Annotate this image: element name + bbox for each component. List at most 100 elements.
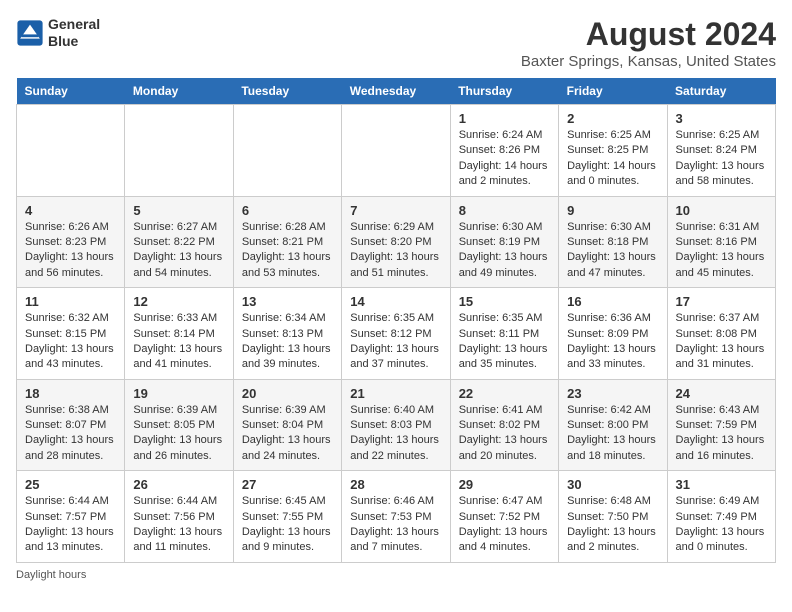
day-cell-29: 29 Sunrise: 6:47 AM Sunset: 7:52 PM Dayli… bbox=[450, 471, 558, 563]
day-number: 2 bbox=[567, 111, 658, 126]
day-info: Sunrise: 6:26 AM Sunset: 8:23 PM Dayligh… bbox=[25, 220, 116, 282]
day-cell-20: 20Sunrise: 6:39 AM Sunset: 8:04 PM Dayli… bbox=[233, 379, 341, 471]
day-cell-23: 23 Sunrise: 6:42 AM Sunset: 8:00 PM Dayli… bbox=[559, 379, 667, 471]
empty-cell bbox=[125, 105, 233, 197]
calendar-header: SundayMondayTuesdayWednesdayThursdayFrid… bbox=[17, 78, 776, 105]
day-number: 9 bbox=[567, 203, 658, 218]
day-info: Sunrise: 6:27 AM Sunset: 8:22 PM Dayligh… bbox=[133, 220, 224, 282]
day-cell-19: 19 Sunrise: 6:39 AM Sunset: 8:05 PM Dayli… bbox=[125, 379, 233, 471]
footer-text: Daylight hours bbox=[16, 569, 86, 581]
day-info: Sunrise: 6:33 AM Sunset: 8:14 PM Dayligh… bbox=[133, 311, 224, 373]
day-info: Sunrise: 6:35 AM Sunset: 8:12 PM Dayligh… bbox=[350, 311, 441, 373]
day-info: Sunrise: 6:48 AM Sunset: 7:50 PM Dayligh… bbox=[567, 494, 658, 556]
day-cell-14: 14Sunrise: 6:35 AM Sunset: 8:12 PM Dayli… bbox=[342, 288, 450, 380]
week-row-1: 1 Sunrise: 6:24 AM Sunset: 8:26 PM Daylig… bbox=[17, 105, 776, 197]
day-info: Sunrise: 6:25 AM Sunset: 8:24 PM Dayligh… bbox=[676, 128, 767, 190]
weekday-header-friday: Friday bbox=[559, 78, 667, 105]
day-number: 26 bbox=[133, 477, 224, 492]
week-row-2: 4Sunrise: 6:26 AM Sunset: 8:23 PM Daylig… bbox=[17, 196, 776, 288]
day-info: Sunrise: 6:31 AM Sunset: 8:16 PM Dayligh… bbox=[676, 220, 767, 282]
day-number: 15 bbox=[459, 294, 550, 309]
day-number: 27 bbox=[242, 477, 333, 492]
day-number: 8 bbox=[459, 203, 550, 218]
day-info: Sunrise: 6:28 AM Sunset: 8:21 PM Dayligh… bbox=[242, 220, 333, 282]
day-cell-26: 26Sunrise: 6:44 AM Sunset: 7:56 PM Dayli… bbox=[125, 471, 233, 563]
day-info: Sunrise: 6:34 AM Sunset: 8:13 PM Dayligh… bbox=[242, 311, 333, 373]
page-header: General Blue August 2024 Baxter Springs,… bbox=[16, 16, 776, 70]
day-number: 30 bbox=[567, 477, 658, 492]
weekday-row: SundayMondayTuesdayWednesdayThursdayFrid… bbox=[17, 78, 776, 105]
calendar-table: SundayMondayTuesdayWednesdayThursdayFrid… bbox=[16, 78, 776, 563]
day-info: Sunrise: 6:38 AM Sunset: 8:07 PM Dayligh… bbox=[25, 403, 116, 465]
day-number: 11 bbox=[25, 294, 116, 309]
main-title: August 2024 bbox=[521, 16, 776, 53]
day-info: Sunrise: 6:44 AM Sunset: 7:57 PM Dayligh… bbox=[25, 494, 116, 556]
day-cell-21: 21 Sunrise: 6:40 AM Sunset: 8:03 PM Dayli… bbox=[342, 379, 450, 471]
day-cell-8: 8 Sunrise: 6:30 AM Sunset: 8:19 PM Daylig… bbox=[450, 196, 558, 288]
day-cell-27: 27 Sunrise: 6:45 AM Sunset: 7:55 PM Dayli… bbox=[233, 471, 341, 563]
day-cell-30: 30 Sunrise: 6:48 AM Sunset: 7:50 PM Dayli… bbox=[559, 471, 667, 563]
day-info: Sunrise: 6:40 AM Sunset: 8:03 PM Dayligh… bbox=[350, 403, 441, 465]
day-number: 19 bbox=[133, 386, 224, 401]
day-cell-31: 31 Sunrise: 6:49 AM Sunset: 7:49 PM Dayli… bbox=[667, 471, 775, 563]
day-info: Sunrise: 6:47 AM Sunset: 7:52 PM Dayligh… bbox=[459, 494, 550, 556]
weekday-header-tuesday: Tuesday bbox=[233, 78, 341, 105]
day-cell-9: 9Sunrise: 6:30 AM Sunset: 8:18 PM Daylig… bbox=[559, 196, 667, 288]
day-info: Sunrise: 6:42 AM Sunset: 8:00 PM Dayligh… bbox=[567, 403, 658, 465]
day-info: Sunrise: 6:25 AM Sunset: 8:25 PM Dayligh… bbox=[567, 128, 658, 190]
day-cell-25: 25 Sunrise: 6:44 AM Sunset: 7:57 PM Dayli… bbox=[17, 471, 125, 563]
day-number: 28 bbox=[350, 477, 441, 492]
day-number: 13 bbox=[242, 294, 333, 309]
day-cell-10: 10Sunrise: 6:31 AM Sunset: 8:16 PM Dayli… bbox=[667, 196, 775, 288]
day-number: 18 bbox=[25, 386, 116, 401]
logo-text: General Blue bbox=[48, 16, 100, 50]
day-info: Sunrise: 6:35 AM Sunset: 8:11 PM Dayligh… bbox=[459, 311, 550, 373]
subtitle: Baxter Springs, Kansas, United States bbox=[521, 53, 776, 70]
footer: Daylight hours bbox=[16, 569, 776, 581]
day-cell-6: 6Sunrise: 6:28 AM Sunset: 8:21 PM Daylig… bbox=[233, 196, 341, 288]
day-cell-11: 11Sunrise: 6:32 AM Sunset: 8:15 PM Dayli… bbox=[17, 288, 125, 380]
day-info: Sunrise: 6:45 AM Sunset: 7:55 PM Dayligh… bbox=[242, 494, 333, 556]
week-row-4: 18 Sunrise: 6:38 AM Sunset: 8:07 PM Dayli… bbox=[17, 379, 776, 471]
day-info: Sunrise: 6:41 AM Sunset: 8:02 PM Dayligh… bbox=[459, 403, 550, 465]
logo-icon bbox=[16, 19, 44, 47]
day-number: 29 bbox=[459, 477, 550, 492]
day-info: Sunrise: 6:24 AM Sunset: 8:26 PM Dayligh… bbox=[459, 128, 550, 190]
weekday-header-monday: Monday bbox=[125, 78, 233, 105]
day-info: Sunrise: 6:39 AM Sunset: 8:05 PM Dayligh… bbox=[133, 403, 224, 465]
empty-cell bbox=[233, 105, 341, 197]
logo: General Blue bbox=[16, 16, 100, 50]
day-number: 1 bbox=[459, 111, 550, 126]
day-cell-1: 1 Sunrise: 6:24 AM Sunset: 8:26 PM Daylig… bbox=[450, 105, 558, 197]
week-row-5: 25 Sunrise: 6:44 AM Sunset: 7:57 PM Dayli… bbox=[17, 471, 776, 563]
day-info: Sunrise: 6:39 AM Sunset: 8:04 PM Dayligh… bbox=[242, 403, 333, 465]
day-cell-24: 24Sunrise: 6:43 AM Sunset: 7:59 PM Dayli… bbox=[667, 379, 775, 471]
day-cell-17: 17Sunrise: 6:37 AM Sunset: 8:08 PM Dayli… bbox=[667, 288, 775, 380]
day-cell-3: 3 Sunrise: 6:25 AM Sunset: 8:24 PM Daylig… bbox=[667, 105, 775, 197]
weekday-header-saturday: Saturday bbox=[667, 78, 775, 105]
day-info: Sunrise: 6:30 AM Sunset: 8:19 PM Dayligh… bbox=[459, 220, 550, 282]
day-number: 3 bbox=[676, 111, 767, 126]
day-cell-2: 2 Sunrise: 6:25 AM Sunset: 8:25 PM Daylig… bbox=[559, 105, 667, 197]
day-number: 17 bbox=[676, 294, 767, 309]
day-cell-28: 28Sunrise: 6:46 AM Sunset: 7:53 PM Dayli… bbox=[342, 471, 450, 563]
day-cell-18: 18 Sunrise: 6:38 AM Sunset: 8:07 PM Dayli… bbox=[17, 379, 125, 471]
day-cell-7: 7Sunrise: 6:29 AM Sunset: 8:20 PM Daylig… bbox=[342, 196, 450, 288]
weekday-header-sunday: Sunday bbox=[17, 78, 125, 105]
logo-line1: General bbox=[48, 16, 100, 33]
day-cell-12: 12Sunrise: 6:33 AM Sunset: 8:14 PM Dayli… bbox=[125, 288, 233, 380]
week-row-3: 11Sunrise: 6:32 AM Sunset: 8:15 PM Dayli… bbox=[17, 288, 776, 380]
day-info: Sunrise: 6:49 AM Sunset: 7:49 PM Dayligh… bbox=[676, 494, 767, 556]
day-info: Sunrise: 6:36 AM Sunset: 8:09 PM Dayligh… bbox=[567, 311, 658, 373]
day-cell-13: 13 Sunrise: 6:34 AM Sunset: 8:13 PM Dayli… bbox=[233, 288, 341, 380]
weekday-header-wednesday: Wednesday bbox=[342, 78, 450, 105]
day-cell-4: 4Sunrise: 6:26 AM Sunset: 8:23 PM Daylig… bbox=[17, 196, 125, 288]
day-info: Sunrise: 6:29 AM Sunset: 8:20 PM Dayligh… bbox=[350, 220, 441, 282]
day-number: 31 bbox=[676, 477, 767, 492]
day-number: 21 bbox=[350, 386, 441, 401]
logo-line2: Blue bbox=[48, 33, 100, 50]
day-number: 23 bbox=[567, 386, 658, 401]
day-number: 25 bbox=[25, 477, 116, 492]
day-number: 5 bbox=[133, 203, 224, 218]
day-cell-16: 16Sunrise: 6:36 AM Sunset: 8:09 PM Dayli… bbox=[559, 288, 667, 380]
